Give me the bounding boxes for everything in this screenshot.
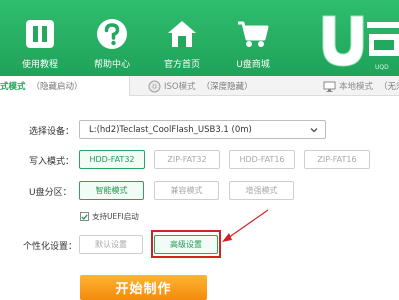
tab-iso-mode-sub: （深度隐藏）: [201, 82, 253, 92]
cart-icon: [235, 16, 271, 52]
tab-local-mode[interactable]: 本地模式 （无须: [323, 76, 399, 96]
tab-usb-mode-label: 式模式: [0, 82, 26, 92]
checkbox-box[interactable]: [80, 212, 89, 221]
home-icon: [164, 16, 200, 52]
logo-subtext: UQD: [375, 64, 389, 71]
nav-shop-label: U盘商城: [236, 60, 270, 70]
write-mode-label: 写入模式：: [29, 157, 75, 167]
nav-tutorial-label: 使用教程: [21, 60, 58, 70]
tab-iso-mode[interactable]: ISO模式 （深度隐藏）: [148, 76, 253, 96]
app-header: 使用教程 帮助中心 官方首页 U盘商城 UQD: [0, 0, 399, 76]
disc-icon: [148, 80, 161, 93]
personalize-label: 个性化设置：: [23, 242, 78, 252]
partition-compat-mode[interactable]: 兼容模式: [154, 181, 219, 200]
default-settings-button[interactable]: 默认设置: [79, 235, 143, 254]
nav-help[interactable]: 帮助中心: [80, 0, 144, 76]
start-make-button[interactable]: 开始制作: [80, 275, 207, 300]
help-icon: [94, 16, 130, 52]
chevron-down-icon: [310, 128, 318, 133]
uefi-checkbox[interactable]: 支持UEFI启动: [80, 211, 139, 222]
tab-usb-mode-sub: （隐藏启动）: [31, 82, 83, 92]
partition-enhanced-mode[interactable]: 增强模式: [229, 181, 294, 200]
nav-home[interactable]: 官方首页: [150, 0, 214, 76]
nav-tutorial[interactable]: 使用教程: [8, 0, 72, 76]
write-mode-hdd-fat16[interactable]: HDD-FAT16: [229, 150, 295, 169]
write-mode-zip-fat16[interactable]: ZIP-FAT16: [304, 150, 370, 169]
write-mode-hdd-fat32[interactable]: HDD-FAT32: [79, 150, 145, 169]
nav-help-label: 帮助中心: [93, 60, 130, 70]
uefi-label: 支持UEFI启动: [92, 212, 139, 221]
tab-local-mode-label: 本地模式: [339, 82, 374, 92]
write-mode-zip-fat32[interactable]: ZIP-FAT32: [154, 150, 220, 169]
tab-local-mode-sub: （无须: [379, 82, 399, 92]
mode-tabbar: 式模式 （隐藏启动） ISO模式 （深度隐藏） 本地模式 （无须: [0, 76, 399, 96]
tab-usb-mode[interactable]: 式模式 （隐藏启动）: [0, 76, 130, 96]
partition-label: U盘分区：: [29, 188, 72, 198]
monitor-icon: [323, 80, 336, 93]
device-select-value: L:(hd2)Teclast_CoolFlash_USB3.1 (0m): [89, 124, 252, 135]
book-icon: [22, 16, 58, 52]
nav-shop[interactable]: U盘商城: [221, 0, 285, 76]
device-label: 选择设备：: [29, 127, 75, 137]
check-icon: [81, 213, 88, 220]
nav-home-label: 官方首页: [163, 60, 200, 70]
partition-smart-mode[interactable]: 智能模式: [79, 181, 144, 200]
advanced-settings-button[interactable]: 高级设置: [154, 235, 218, 254]
device-select[interactable]: L:(hd2)Teclast_CoolFlash_USB3.1 (0m): [79, 120, 326, 139]
tab-iso-mode-label: ISO模式: [164, 82, 196, 92]
